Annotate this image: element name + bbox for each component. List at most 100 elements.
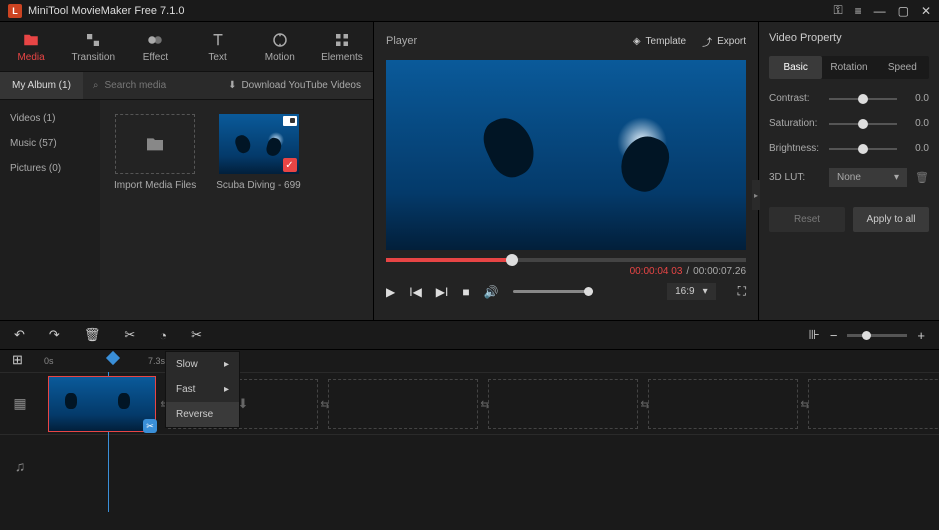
tab-motion[interactable]: Motion [249, 22, 311, 71]
lut-delete-button[interactable]: 🗑 [915, 171, 929, 184]
zoom-slider[interactable] [847, 334, 907, 337]
album-selector[interactable]: My Album (1) [0, 72, 83, 99]
tab-media[interactable]: Media [0, 22, 62, 71]
reset-button[interactable]: Reset [769, 207, 845, 232]
time-separator: / [686, 266, 689, 277]
search-input[interactable]: ⌕ Search media [83, 80, 216, 91]
menu-label: Fast [176, 384, 195, 395]
next-frame-button[interactable]: ▶I [436, 285, 449, 299]
tab-label: Elements [321, 52, 363, 63]
tab-effect[interactable]: Effect [124, 22, 186, 71]
sidebar-item-pictures[interactable]: Pictures (0) [0, 156, 100, 181]
video-track-icon: ▦ [0, 395, 40, 412]
tab-elements[interactable]: Elements [311, 22, 373, 71]
player-title: Player [386, 35, 617, 47]
contrast-slider[interactable] [829, 98, 897, 100]
download-youtube-button[interactable]: ⬇ Download YouTube Videos [216, 80, 373, 91]
panel-expand-button[interactable]: ▸ [752, 180, 760, 210]
lut-select[interactable]: None ▾ [829, 168, 907, 187]
brightness-slider[interactable] [829, 148, 897, 150]
speed-fast-item[interactable]: Fast ▸ [166, 377, 239, 402]
empty-clip-slot[interactable] [328, 379, 478, 429]
added-check-icon: ✓ [283, 158, 297, 172]
menu-label: Slow [176, 359, 198, 370]
prop-tab-basic[interactable]: Basic [769, 56, 822, 79]
prev-frame-button[interactable]: I◀ [409, 285, 422, 299]
audio-track: ♫ [0, 434, 939, 496]
delete-button[interactable]: 🗑 [84, 327, 101, 343]
maximize-button[interactable]: ▢ [898, 4, 909, 18]
titlebar: L MiniTool MovieMaker Free 7.1.0 ⚿ ≡ — ▢… [0, 0, 939, 22]
split-button[interactable]: ✂ [124, 327, 135, 343]
tab-text[interactable]: Text [187, 22, 249, 71]
close-button[interactable]: ✕ [921, 4, 931, 18]
template-button[interactable]: ◈ Template [633, 36, 686, 47]
timeline-clip[interactable]: ✂ [48, 376, 156, 432]
empty-clip-slot[interactable] [488, 379, 638, 429]
undo-button[interactable]: ↶ [14, 327, 25, 343]
player-panel: Player ◈ Template ⤴ Export 00:00:04 03 /… [374, 22, 759, 320]
zoom-out-button[interactable]: − [830, 328, 838, 343]
ruler-tick: 0s [44, 356, 54, 366]
import-media-button[interactable] [115, 114, 195, 174]
saturation-slider[interactable] [829, 123, 897, 125]
aspect-ratio-select[interactable]: 16:9 ▾ [667, 283, 716, 300]
speed-button[interactable]: ◔ [159, 328, 167, 343]
export-button[interactable]: ⤴ Export [702, 34, 746, 49]
seek-bar[interactable] [386, 258, 746, 262]
video-icon [283, 116, 297, 126]
saturation-label: Saturation: [769, 118, 821, 129]
speed-slow-item[interactable]: Slow▸ [166, 352, 239, 377]
download-label: Download YouTube Videos [241, 80, 361, 91]
audio-track-icon: ♫ [0, 458, 40, 474]
chevron-down-icon: ▾ [703, 286, 708, 297]
fit-timeline-button[interactable]: ⊪ [808, 327, 819, 343]
chevron-right-icon: ▸ [224, 384, 229, 395]
video-preview[interactable] [386, 60, 746, 250]
import-label: Import Media Files [114, 180, 196, 191]
sidebar-item-videos[interactable]: Videos (1) [0, 106, 100, 131]
tab-transition[interactable]: Transition [62, 22, 124, 71]
minimize-button[interactable]: — [874, 4, 886, 18]
timeline-toolbar: ↶ ↷ 🗑 ✂ ◔ ✂ ⊪ − + Slow▸ Fast▸ Reverse [0, 320, 939, 350]
prop-tab-speed[interactable]: Speed [876, 56, 929, 79]
stop-button[interactable]: ■ [462, 285, 469, 299]
template-label: Template [646, 36, 687, 47]
lut-label: 3D LUT: [769, 172, 821, 183]
sidebar-item-music[interactable]: Music (57) [0, 131, 100, 156]
crop-button[interactable]: ✂ [191, 327, 202, 343]
transition-icon [84, 31, 102, 49]
app-logo: L [8, 4, 22, 18]
media-sidebar: Videos (1) Music (57) Pictures (0) [0, 100, 100, 320]
volume-icon[interactable]: 🔊 [484, 285, 499, 299]
volume-slider[interactable] [513, 290, 593, 293]
timeline-ruler[interactable]: ⊞ 0s 7.3s [0, 350, 939, 372]
saturation-value: 0.0 [905, 118, 929, 129]
props-title: Video Property [769, 32, 929, 44]
ruler-tick: 7.3s [148, 356, 165, 366]
elements-icon [333, 31, 351, 49]
empty-clip-slot[interactable] [648, 379, 798, 429]
search-icon: ⌕ [93, 80, 99, 91]
zoom-in-button[interactable]: + [917, 328, 925, 343]
menu-icon[interactable]: ≡ [855, 4, 862, 18]
tab-label: Media [17, 52, 44, 63]
license-key-icon[interactable]: ⚿ [833, 3, 842, 18]
media-thumbnail[interactable]: ✓ [219, 114, 299, 174]
empty-clip-slot[interactable] [808, 379, 939, 429]
redo-button[interactable]: ↷ [49, 327, 60, 343]
total-time: 00:00:07.26 [693, 266, 746, 277]
menu-label: Reverse [176, 409, 213, 420]
playhead[interactable] [106, 351, 120, 365]
download-icon: ⬇ [228, 80, 236, 91]
export-label: Export [717, 36, 746, 47]
current-time: 00:00:04 03 [630, 266, 683, 277]
play-button[interactable]: ▶ [386, 285, 395, 299]
add-track-button[interactable]: ⊞ [12, 352, 23, 368]
fullscreen-button[interactable]: ⛶ [738, 284, 746, 299]
text-icon [209, 31, 227, 49]
apply-all-button[interactable]: Apply to all [853, 207, 929, 232]
speed-reverse-item[interactable]: Reverse [166, 402, 239, 427]
prop-tab-rotation[interactable]: Rotation [822, 56, 875, 79]
lut-value: None [837, 172, 861, 183]
